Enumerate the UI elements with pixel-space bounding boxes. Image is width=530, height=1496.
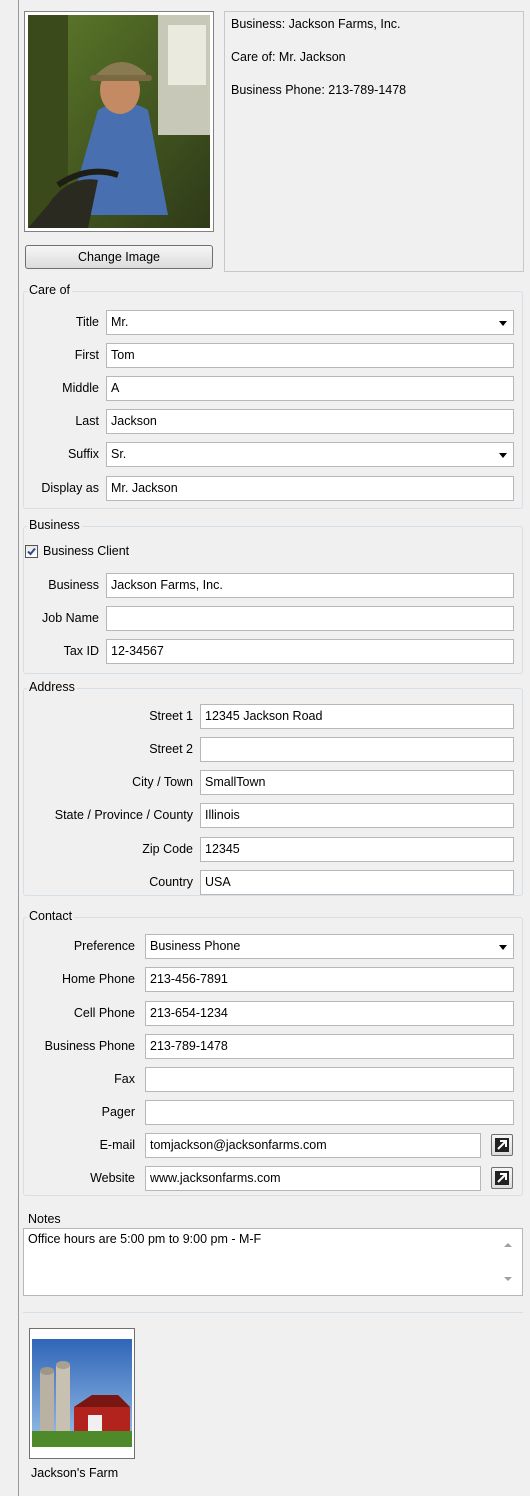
cell-phone-field[interactable]: 213-654-1234	[145, 1001, 514, 1026]
title-select[interactable]: Mr.	[106, 310, 514, 335]
suffix-select[interactable]: Sr.	[106, 442, 514, 467]
client-photo	[28, 15, 210, 228]
business-name-field[interactable]: Jackson Farms, Inc.	[106, 573, 514, 598]
last-name-label: Last	[75, 414, 99, 428]
open-email-button[interactable]	[491, 1134, 513, 1156]
title-label: Title	[75, 315, 99, 329]
care-of-group-title: Care of	[27, 283, 72, 297]
checkmark-icon	[27, 547, 36, 556]
attachments-divider	[23, 1312, 523, 1313]
zip-field[interactable]: 12345	[200, 837, 514, 862]
home-phone-label: Home Phone	[62, 972, 135, 986]
change-image-button[interactable]: Change Image	[25, 245, 213, 269]
home-phone-field[interactable]: 213-456-7891	[145, 967, 514, 992]
address-group-title: Address	[27, 680, 77, 694]
suffix-label: Suffix	[67, 447, 99, 461]
arrow-up-right-icon	[495, 1171, 509, 1185]
preference-label: Preference	[73, 939, 135, 953]
cell-phone-label: Cell Phone	[73, 1006, 135, 1020]
pager-field[interactable]	[145, 1100, 514, 1125]
display-as-label: Display as	[41, 481, 99, 495]
title-select-value: Mr.	[111, 315, 129, 329]
client-summary-box: Business: Jackson Farms, Inc. Care of: M…	[224, 11, 524, 272]
fax-label: Fax	[114, 1072, 135, 1086]
farm-image	[30, 1329, 134, 1458]
business-phone-field[interactable]: 213-789-1478	[145, 1034, 514, 1059]
business-client-label: Business Client	[43, 544, 130, 558]
middle-name-label: Middle	[62, 381, 99, 395]
job-name-field[interactable]	[106, 606, 514, 631]
summary-business: Business: Jackson Farms, Inc.	[231, 17, 401, 31]
middle-name-field[interactable]: A	[106, 376, 514, 401]
state-label: State / Province / County	[54, 808, 193, 822]
city-label: City / Town	[132, 775, 193, 789]
business-phone-label: Business Phone	[44, 1039, 135, 1053]
client-photo-frame	[24, 11, 214, 232]
chevron-down-icon	[499, 945, 507, 950]
last-name-field[interactable]: Jackson	[106, 409, 514, 434]
notes-textarea[interactable]: Office hours are 5:00 pm to 9:00 pm - M-…	[23, 1228, 523, 1296]
website-field[interactable]: www.jacksonfarms.com	[145, 1166, 481, 1191]
state-field[interactable]: Illinois	[200, 803, 514, 828]
scroll-down-icon[interactable]	[504, 1277, 512, 1281]
preference-select[interactable]: Business Phone	[145, 934, 514, 959]
attachment-thumbnail[interactable]	[29, 1328, 135, 1459]
notes-text: Office hours are 5:00 pm to 9:00 pm - M-…	[28, 1232, 262, 1246]
scroll-up-icon[interactable]	[504, 1243, 512, 1247]
open-website-button[interactable]	[491, 1167, 513, 1189]
street2-field[interactable]	[200, 737, 514, 762]
first-name-label: First	[74, 348, 99, 362]
suffix-select-value: Sr.	[111, 447, 127, 461]
business-client-checkbox[interactable]	[25, 545, 38, 558]
job-name-label: Job Name	[42, 611, 99, 625]
website-label: Website	[90, 1171, 135, 1185]
street1-label: Street 1	[149, 709, 193, 723]
summary-business-phone: Business Phone: 213-789-1478	[231, 83, 407, 97]
city-field[interactable]: SmallTown	[200, 770, 514, 795]
display-as-field[interactable]: Mr. Jackson	[106, 476, 514, 501]
tax-id-field[interactable]: 12-34567	[106, 639, 514, 664]
notes-group-title: Notes	[26, 1212, 63, 1226]
tax-id-label: Tax ID	[63, 644, 99, 658]
email-label: E-mail	[99, 1138, 135, 1152]
country-field[interactable]: USA	[200, 870, 514, 895]
pager-label: Pager	[101, 1105, 135, 1119]
country-label: Country	[149, 875, 193, 889]
preference-select-value: Business Phone	[150, 939, 241, 953]
client-detail-panel: Change Image Business: Jackson Farms, In…	[18, 0, 526, 1496]
first-name-field[interactable]: Tom	[106, 343, 514, 368]
business-name-label: Business	[48, 578, 99, 592]
chevron-down-icon	[499, 321, 507, 326]
email-field[interactable]: tomjackson@jacksonfarms.com	[145, 1133, 481, 1158]
arrow-up-right-icon	[495, 1138, 509, 1152]
summary-care-of: Care of: Mr. Jackson	[231, 50, 346, 64]
attachment-label: Jackson's Farm	[31, 1466, 119, 1480]
street2-label: Street 2	[149, 742, 193, 756]
fax-field[interactable]	[145, 1067, 514, 1092]
street1-field[interactable]: 12345 Jackson Road	[200, 704, 514, 729]
zip-label: Zip Code	[142, 842, 193, 856]
business-group-title: Business	[27, 518, 82, 532]
chevron-down-icon	[499, 453, 507, 458]
contact-group-title: Contact	[27, 909, 75, 923]
